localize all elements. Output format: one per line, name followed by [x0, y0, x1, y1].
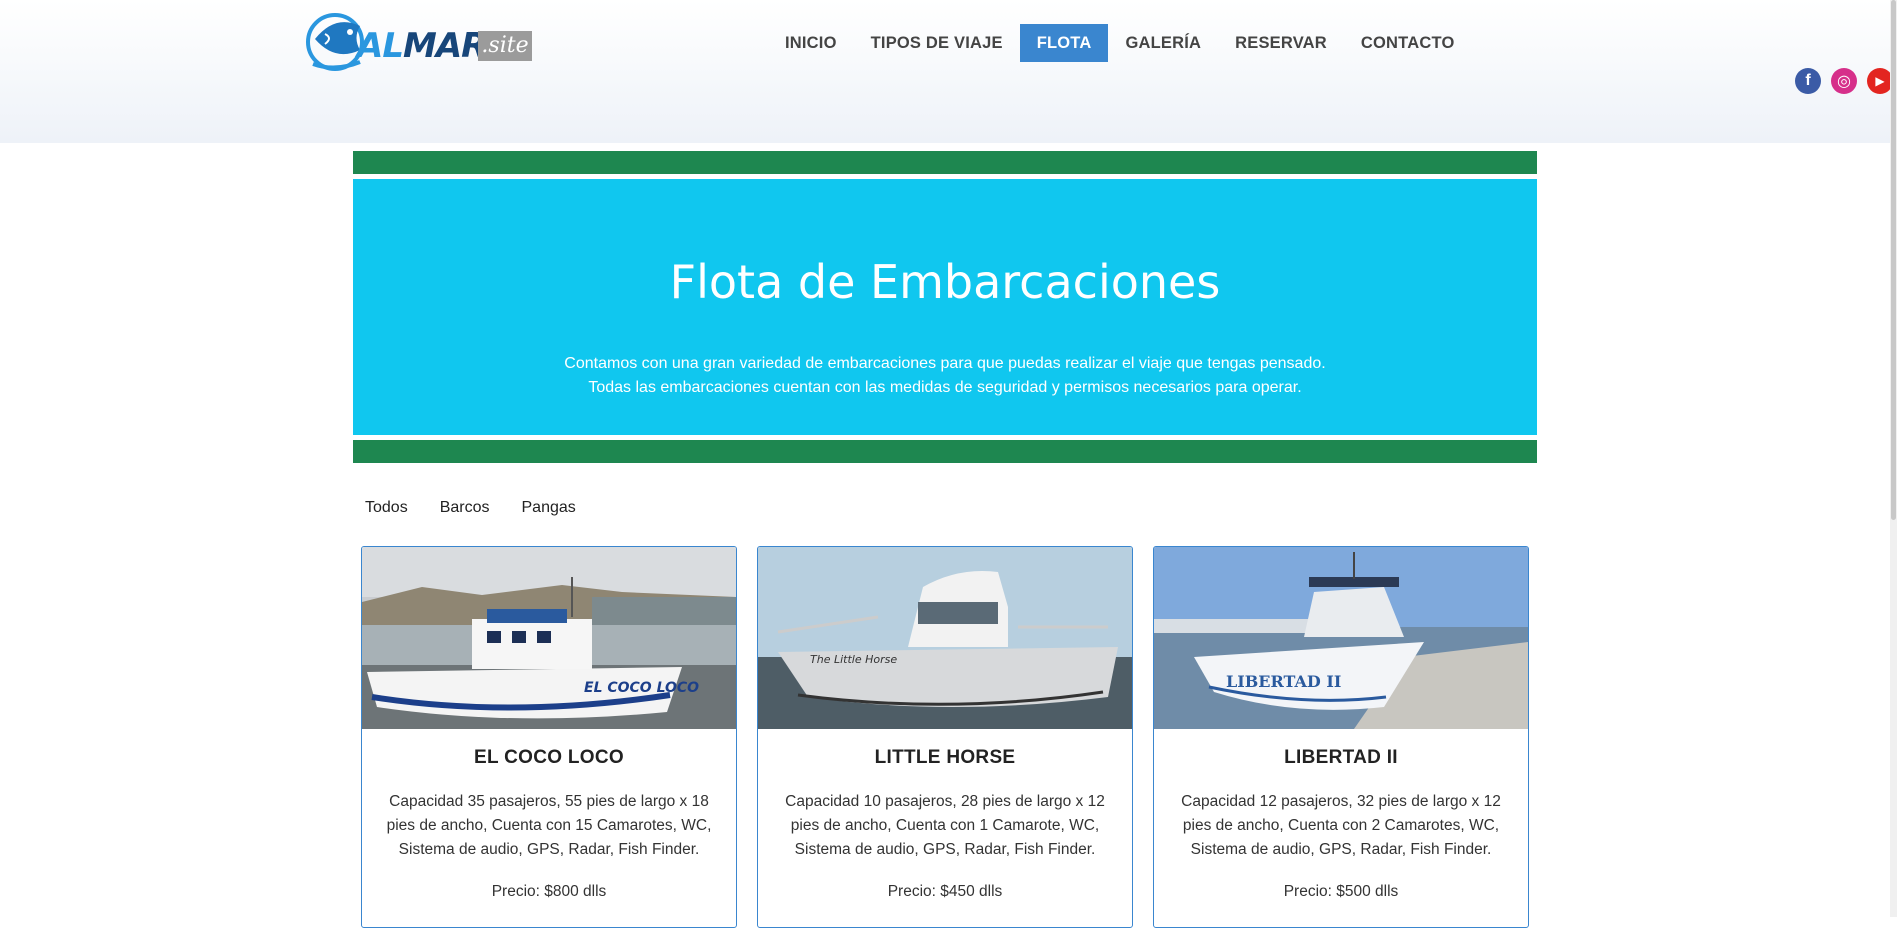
- hero-banner: Flota de Embarcaciones Contamos con una …: [353, 179, 1537, 435]
- boat-price: Precio: $500 dlls: [1283, 883, 1399, 900]
- main-nav: INICIO TIPOS DE VIAJE FLOTA GALERÍA RESE…: [768, 24, 1471, 62]
- boat-description: Capacidad 10 pasajeros, 28 pies de largo…: [785, 793, 1105, 858]
- nav-item-flota[interactable]: FLOTA: [1019, 24, 1109, 62]
- boat-card-little-horse[interactable]: The Little Horse LITTLE HORSE Capacidad …: [757, 546, 1133, 928]
- boat-photo-image: EL COCO LOCO: [362, 547, 736, 729]
- boat-name: LITTLE HORSE: [874, 747, 1016, 768]
- boat-description: Capacidad 12 pasajeros, 32 pies de largo…: [1181, 793, 1501, 858]
- filter-pangas[interactable]: Pangas: [510, 496, 588, 520]
- boat-photo-image: LIBERTAD II: [1154, 547, 1528, 729]
- nav-item-tipos-de-viaje[interactable]: TIPOS DE VIAJE: [854, 24, 1020, 62]
- boat-hull-name: EL COCO LOCO: [584, 680, 699, 696]
- boat-price: Precio: $450 dlls: [887, 883, 1003, 900]
- boat-photo-image: The Little Horse: [758, 547, 1132, 729]
- boat-hull-name: LIBERTAD II: [1226, 672, 1341, 691]
- hero-top-band: [353, 151, 1537, 174]
- site-header: ALMAR .site INICIO TIPOS DE VIAJE FLOTA …: [0, 0, 1897, 143]
- hero-bottom-band: [353, 440, 1537, 463]
- logo-brand-part-2: MAR: [402, 26, 487, 66]
- boat-photo[interactable]: EL COCO LOCO: [362, 547, 736, 729]
- fleet-filter-tabs: Todos Barcos Pangas: [353, 496, 588, 520]
- nav-item-reservar[interactable]: RESERVAR: [1218, 24, 1344, 62]
- scrollbar-thumb[interactable]: [1891, 0, 1896, 520]
- filter-todos[interactable]: Todos: [353, 496, 420, 520]
- filter-barcos[interactable]: Barcos: [428, 496, 502, 520]
- hero-text-line-1: Contamos con una gran variedad de embarc…: [564, 355, 1326, 372]
- nav-item-galeria[interactable]: GALERÍA: [1108, 24, 1218, 62]
- boat-photo[interactable]: The Little Horse: [758, 547, 1132, 729]
- site-logo[interactable]: ALMAR .site: [305, 4, 532, 74]
- page-scrollbar[interactable]: [1890, 0, 1897, 917]
- page-title: Flota de Embarcaciones: [669, 255, 1221, 309]
- instagram-icon[interactable]: ◎: [1831, 68, 1857, 94]
- facebook-icon[interactable]: f: [1795, 68, 1821, 94]
- boat-description: Capacidad 35 pasajeros, 55 pies de largo…: [386, 793, 712, 858]
- boat-hull-name: The Little Horse: [810, 653, 897, 666]
- logo-tld-text: .site: [478, 31, 532, 61]
- nav-item-inicio[interactable]: INICIO: [768, 24, 854, 62]
- boat-name: LIBERTAD II: [1284, 747, 1398, 768]
- social-links: f ◎ ▶: [1795, 68, 1893, 94]
- boat-photo[interactable]: LIBERTAD II: [1154, 547, 1528, 729]
- logo-brand-text: ALMAR: [357, 26, 487, 66]
- boat-price: Precio: $800 dlls: [491, 883, 607, 900]
- boat-card-el-coco-loco[interactable]: EL COCO LOCO EL COCO LOCO Capacidad 35 p…: [361, 546, 737, 928]
- boat-card-libertad-ii[interactable]: LIBERTAD II LIBERTAD II Capacidad 12 pas…: [1153, 546, 1529, 928]
- boat-name: EL COCO LOCO: [474, 747, 624, 768]
- nav-item-contacto[interactable]: CONTACTO: [1344, 24, 1472, 62]
- logo-brand-part-1: AL: [357, 26, 404, 66]
- hero-text-line-2: Todas las embarcaciones cuentan con las …: [588, 379, 1302, 396]
